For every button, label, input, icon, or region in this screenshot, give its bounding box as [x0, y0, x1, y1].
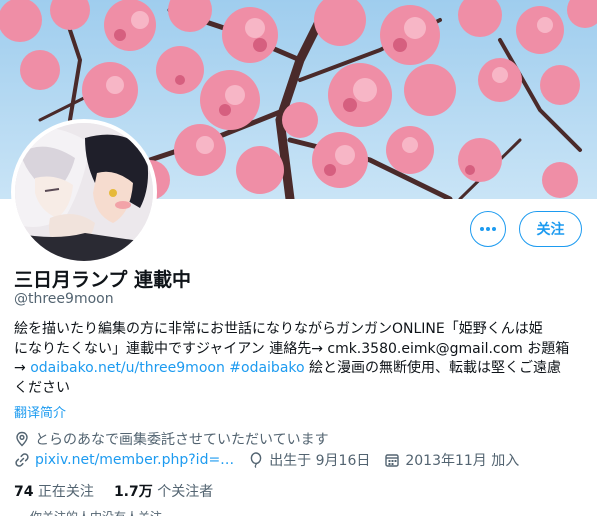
profile-meta-row: pixiv.net/member.php?id=… 出生于 9月16日 2013…: [14, 450, 533, 470]
following-label: 正在关注: [33, 484, 94, 500]
followers-label: 个关注者: [152, 484, 214, 500]
profile-page: 关注 三日月ランプ 連載中 @three9moon 絵を描いたり編集の方に非常に…: [0, 0, 597, 516]
avatar-illustration: [15, 123, 153, 261]
follow-stats: 74 正在关注 1.7万 个关注者: [14, 481, 233, 501]
following-link[interactable]: 74 正在关注: [14, 481, 94, 501]
odaibako-link[interactable]: odaibako.net/u/three9moon: [30, 360, 225, 376]
more-icon: [480, 227, 496, 231]
bio-line: → odaibako.net/u/three9moon #odaibako 絵と…: [14, 359, 586, 379]
following-count: 74: [14, 484, 34, 500]
website-item: pixiv.net/member.php?id=…: [14, 452, 234, 468]
birthday-item: 出生于 9月16日: [248, 450, 370, 470]
profile-meta-row: とらのあなで画集委託させていただいています: [14, 429, 343, 449]
calendar-icon: [385, 454, 400, 467]
bio-text: 絵と漫画の無断使用、転載は堅くご遠慮: [304, 360, 562, 376]
translate-bio-link[interactable]: 翻译简介: [14, 402, 66, 421]
bio-line: になりたくない」連載中ですジャイアン 連絡先→ cmk.3580.eimk@gm…: [14, 340, 570, 357]
joined-text: 2013年11月 加入: [405, 453, 520, 469]
followers-link[interactable]: 1.7万 个关注者: [114, 481, 213, 501]
location-item: とらのあなで画集委託させていただいています: [14, 429, 329, 449]
avatar[interactable]: [11, 119, 157, 265]
more-button[interactable]: [470, 211, 506, 247]
hashtag-link[interactable]: #odaibako: [229, 360, 304, 376]
bio-line: 絵を描いたり編集の方に非常にお世話になりながらガンガンONLINE「姫野くんは姫: [14, 321, 543, 337]
user-handle: @three9moon: [14, 291, 114, 307]
followers-count: 1.7万: [113, 484, 153, 500]
birthday-text: 出生于 9月16日: [269, 453, 371, 469]
joined-item: 2013年11月 加入: [384, 450, 519, 470]
website-link[interactable]: pixiv.net/member.php?id=…: [35, 452, 234, 468]
bio-text: →: [14, 360, 31, 376]
bio-line: ください: [14, 379, 70, 396]
link-icon: [15, 453, 29, 467]
location-text: とらのあなで画集委託させていただいています: [35, 432, 329, 448]
balloon-icon: [250, 452, 262, 468]
display-name: 三日月ランプ 連載中: [14, 269, 192, 291]
followers-you-know-text: 你关注的人中没有人关注: [30, 508, 162, 516]
profile-bio: 絵を描いたり編集の方に非常にお世話になりながらガンガンONLINE「姫野くんは姫…: [14, 320, 586, 398]
location-pin-icon: [16, 431, 28, 447]
follow-button[interactable]: 关注: [519, 211, 582, 247]
